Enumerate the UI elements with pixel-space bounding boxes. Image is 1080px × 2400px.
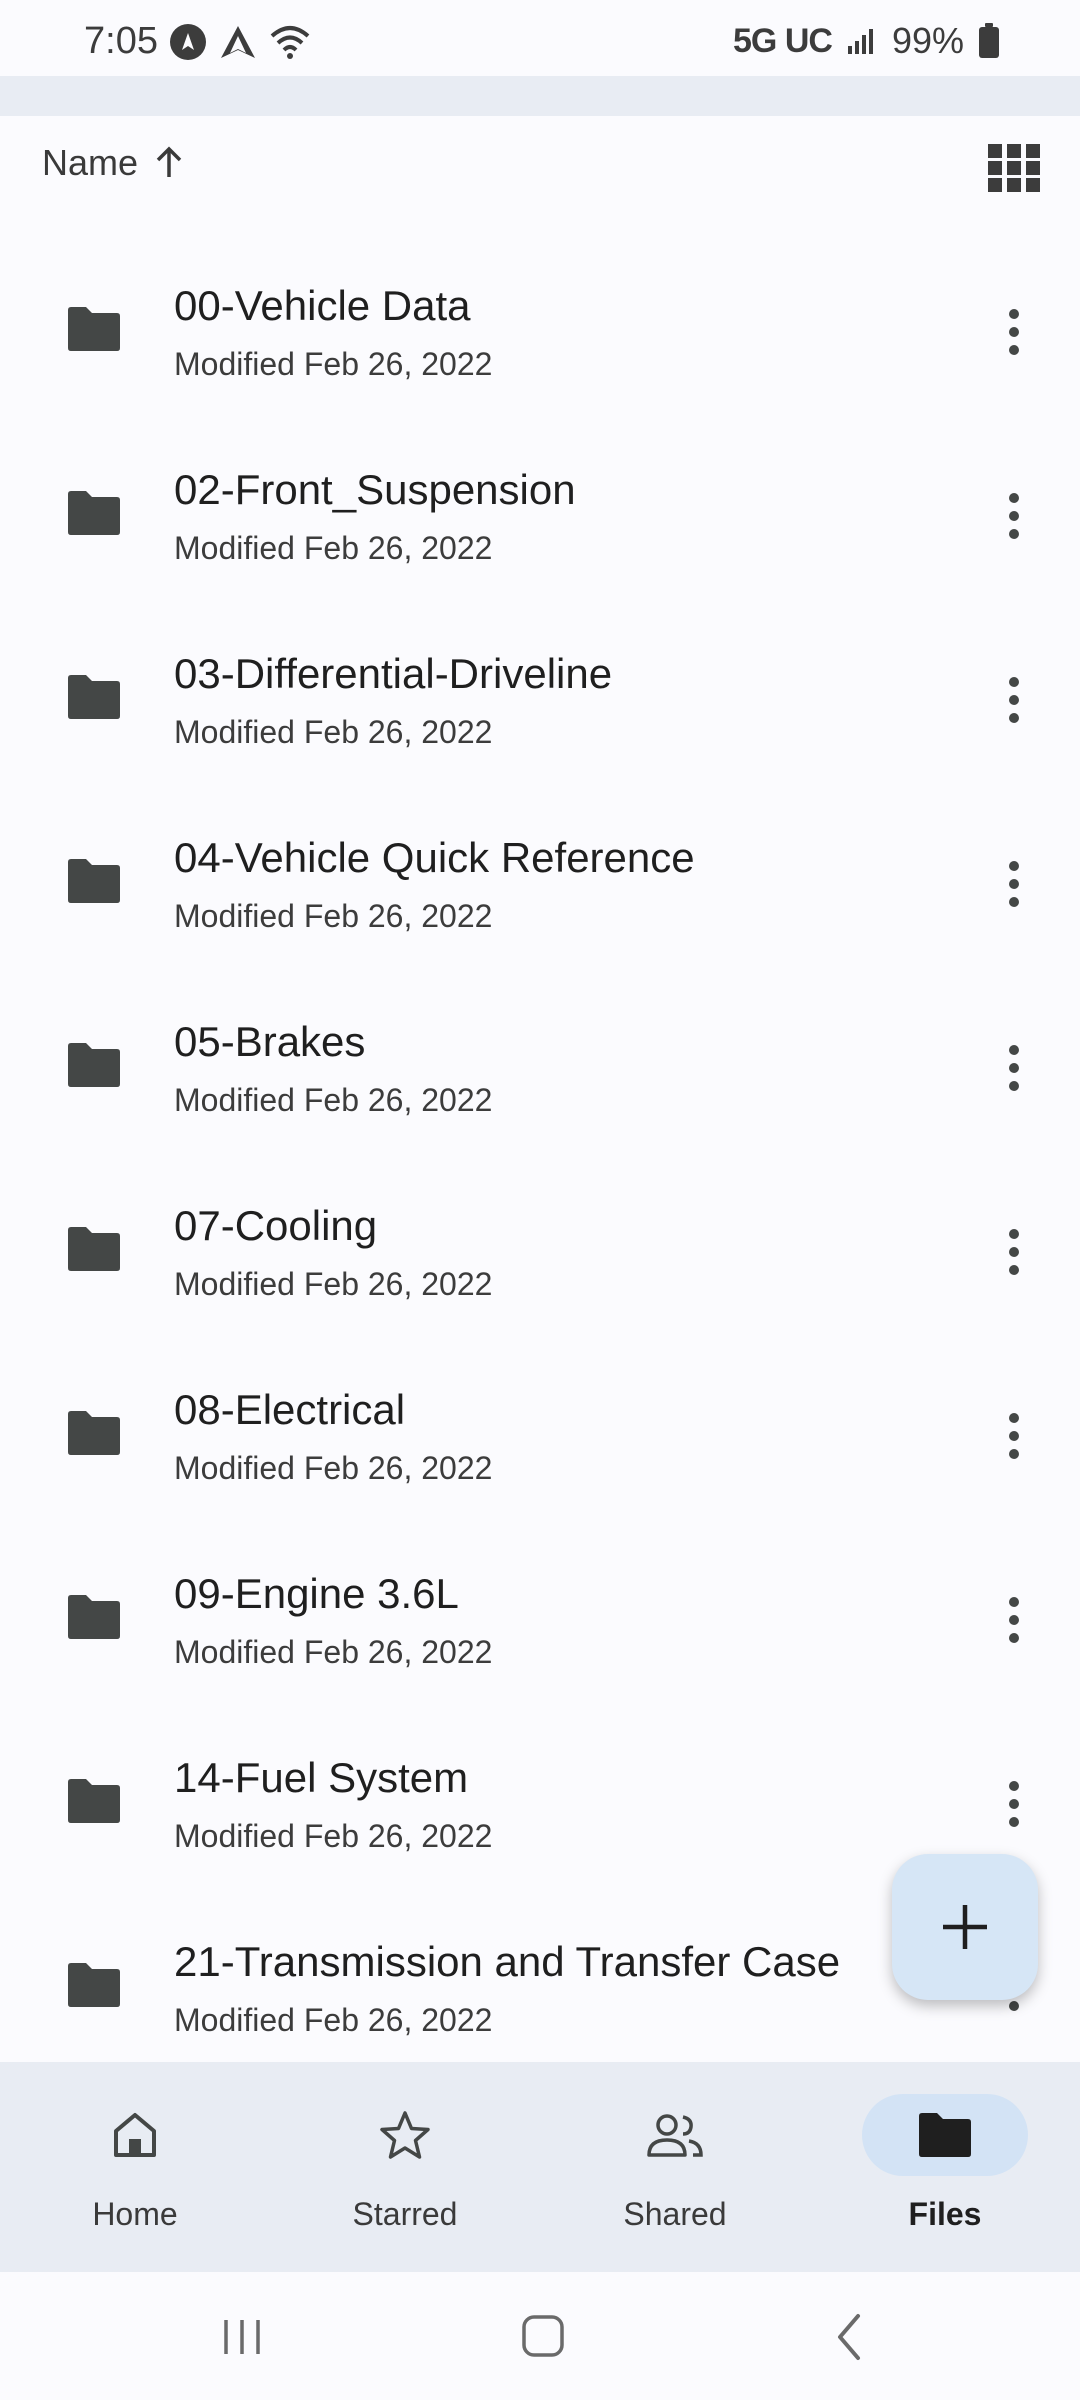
star-icon <box>380 2111 430 2159</box>
nav-label: Files <box>908 2196 982 2232</box>
status-notification-icons <box>168 22 312 62</box>
folder-icon <box>919 2113 971 2157</box>
android-auto-icon <box>221 26 255 58</box>
plus-icon <box>943 1905 987 1949</box>
file-name: 05-Brakes <box>174 1018 366 1065</box>
arrow-up-icon <box>156 146 182 177</box>
file-item[interactable]: 02-Front_Suspension Modified Feb 26, 202… <box>0 430 1080 614</box>
sort-row: Name <box>0 116 1080 216</box>
network-type: 5G UC <box>733 21 833 60</box>
file-modified-date: Modified Feb 26, 2022 <box>174 1266 493 1302</box>
file-name: 14-Fuel System <box>174 1754 469 1801</box>
signal-icon <box>847 29 873 54</box>
new-button[interactable] <box>892 1854 1038 2000</box>
drive-files-screen: 7:05 5G UC 99% Name 00-Vehicle Data Modi… <box>0 0 1080 2400</box>
sort-by-name-button[interactable]: Name <box>42 142 186 184</box>
file-modified-date: Modified Feb 26, 2022 <box>174 346 493 382</box>
folder-icon <box>68 1595 120 1639</box>
file-modified-date: Modified Feb 26, 2022 <box>174 2002 493 2038</box>
file-modified-date: Modified Feb 26, 2022 <box>174 1082 493 1118</box>
folder-icon <box>68 675 120 719</box>
file-name: 07-Cooling <box>174 1202 378 1249</box>
back-icon[interactable] <box>808 2302 888 2372</box>
more-options-icon[interactable] <box>994 1406 1034 1466</box>
more-options-icon[interactable] <box>994 1590 1034 1650</box>
folder-icon <box>68 1779 120 1823</box>
more-options-icon[interactable] <box>994 486 1034 546</box>
more-options-icon[interactable] <box>994 670 1034 730</box>
navigation-app-icon <box>170 24 206 60</box>
file-item[interactable]: 07-Cooling Modified Feb 26, 2022 <box>0 1166 1080 1350</box>
file-list: 00-Vehicle Data Modified Feb 26, 2022 02… <box>0 246 1080 2062</box>
battery-percent: 99% <box>891 20 964 61</box>
file-modified-date: Modified Feb 26, 2022 <box>174 1634 493 1670</box>
nav-item-shared[interactable]: Shared <box>540 2062 810 2272</box>
file-name: 04-Vehicle Quick Reference <box>174 834 695 881</box>
folder-icon <box>68 859 120 903</box>
file-item[interactable]: 08-Electrical Modified Feb 26, 2022 <box>0 1350 1080 1534</box>
nav-icon-container-active <box>862 2094 1028 2176</box>
nav-label: Starred <box>352 2196 458 2232</box>
recent-apps-icon[interactable] <box>202 2302 282 2372</box>
file-name: 08-Electrical <box>174 1386 406 1433</box>
file-name: 02-Front_Suspension <box>174 466 576 513</box>
nav-icon-container <box>52 2094 218 2176</box>
header-strip <box>0 76 1080 116</box>
file-modified-date: Modified Feb 26, 2022 <box>174 1450 493 1486</box>
file-item[interactable]: 03-Differential-Driveline Modified Feb 2… <box>0 614 1080 798</box>
battery-icon <box>979 23 999 58</box>
nav-label: Shared <box>623 2196 727 2232</box>
folder-icon <box>68 491 120 535</box>
sort-label: Name <box>42 142 139 183</box>
file-modified-date: Modified Feb 26, 2022 <box>174 1818 493 1854</box>
nav-icon-container <box>592 2094 758 2176</box>
nav-item-files[interactable]: Files <box>810 2062 1080 2272</box>
nav-item-home[interactable]: Home <box>0 2062 270 2272</box>
file-name: 03-Differential-Driveline <box>174 650 613 697</box>
nav-label: Home <box>92 2196 178 2232</box>
file-item[interactable]: 05-Brakes Modified Feb 26, 2022 <box>0 982 1080 1166</box>
grid-view-icon[interactable] <box>986 142 1042 194</box>
file-modified-date: Modified Feb 26, 2022 <box>174 530 493 566</box>
wifi-icon <box>270 26 310 59</box>
file-name: 09-Engine 3.6L <box>174 1570 459 1617</box>
nav-icon-container <box>322 2094 488 2176</box>
system-navigation-bar <box>0 2272 1080 2400</box>
nav-item-starred[interactable]: Starred <box>270 2062 540 2272</box>
people-icon <box>647 2114 703 2157</box>
home-icon <box>114 2113 156 2157</box>
status-bar: 7:05 5G UC 99% <box>0 0 1080 76</box>
file-modified-date: Modified Feb 26, 2022 <box>174 714 493 750</box>
more-options-icon[interactable] <box>994 1774 1034 1834</box>
more-options-icon[interactable] <box>994 1222 1034 1282</box>
folder-icon <box>68 1411 120 1455</box>
folder-icon <box>68 307 120 351</box>
more-options-icon[interactable] <box>994 302 1034 362</box>
file-name: 21-Transmission and Transfer Case <box>174 1938 841 1985</box>
file-modified-date: Modified Feb 26, 2022 <box>174 898 493 934</box>
file-name: 00-Vehicle Data <box>174 282 471 329</box>
more-options-icon[interactable] <box>994 854 1034 914</box>
folder-icon <box>68 1227 120 1271</box>
status-time: 7:05 <box>84 20 158 62</box>
folder-icon <box>68 1963 120 2007</box>
bottom-navigation: Home Starred Shared Files <box>0 2062 1080 2272</box>
file-item[interactable]: 04-Vehicle Quick Reference Modified Feb … <box>0 798 1080 982</box>
home-button-icon[interactable] <box>503 2302 583 2372</box>
file-item[interactable]: 09-Engine 3.6L Modified Feb 26, 2022 <box>0 1534 1080 1718</box>
folder-icon <box>68 1043 120 1087</box>
file-item[interactable]: 00-Vehicle Data Modified Feb 26, 2022 <box>0 246 1080 430</box>
more-options-icon[interactable] <box>994 1038 1034 1098</box>
status-right-group: 5G UC 99% <box>733 20 1000 62</box>
